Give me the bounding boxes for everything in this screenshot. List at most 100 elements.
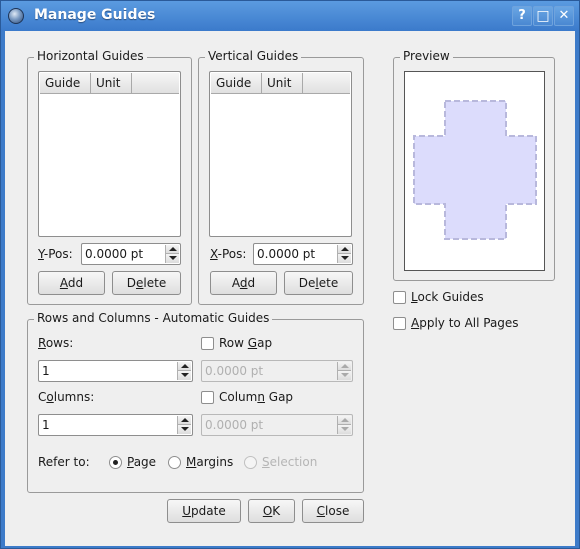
columns-label: Columns: [38,390,94,404]
close-button[interactable]: Close [302,499,364,523]
column-gap-checkbox[interactable] [201,391,214,404]
rows-mnemonic: R [38,336,46,350]
spin-down-icon [338,371,351,380]
preview-title: Preview [400,49,453,63]
vertical-add-button[interactable]: Add [210,271,277,295]
btn-text: ete [318,276,339,290]
column-header-empty [303,73,350,93]
spin-up-icon [338,362,351,371]
btn-text: D [126,276,137,290]
row-gap-spinbox[interactable]: 0.0000 pt [201,360,353,382]
lock-guides-checkbox[interactable] [393,291,406,304]
apply-all-pages-label[interactable]: Apply to All Pages [411,316,519,330]
column-gap-mnemonic: n [257,390,265,404]
apply-all-text: pply to All Pages [419,316,519,330]
column-gap-text: Gap [264,390,294,404]
vertical-guides-group: Vertical Guides Guide Unit X-Pos: 0.0000… [198,49,364,305]
column-header-guide[interactable]: Guide [40,73,91,93]
spin-up-icon[interactable] [338,245,351,254]
title-bar[interactable]: Manage Guides ? □ ✕ [1,1,579,31]
column-gap-spinbox[interactable]: 0.0000 pt [201,414,353,436]
spin-buttons [165,245,179,263]
columns-mnemonic: o [46,390,54,404]
x-pos-spinbox[interactable]: 0.0000 pt [253,243,353,265]
btn-mnemonic: U [182,504,192,518]
btn-text: De [298,276,316,290]
btn-text: pdate [191,504,226,518]
spin-down-icon[interactable] [338,254,351,263]
column-header-unit[interactable]: Unit [91,73,132,93]
spin-buttons [177,416,191,434]
selection-mnemonic: S [262,455,270,469]
page-mnemonic: P [127,455,134,469]
page-text: age [133,455,157,469]
lock-guides-label[interactable]: Lock Guides [411,290,484,304]
vertical-delete-button[interactable]: Delete [284,271,353,295]
preview-canvas [404,71,545,271]
column-gap-label[interactable]: Column Gap [219,390,293,404]
apply-all-pages-checkbox[interactable] [393,317,406,330]
spin-up-icon[interactable] [178,362,191,371]
maximize-button[interactable]: □ [533,6,553,26]
btn-text: dd [67,276,84,290]
vertical-guides-list[interactable]: Guide Unit [209,71,352,237]
x-pos-label: X-Pos: [210,247,246,261]
x-pos-value: 0.0000 pt [257,247,316,261]
refer-margins-label[interactable]: Margins [186,455,233,469]
refer-page-label[interactable]: Page [127,455,156,469]
spin-up-icon[interactable] [166,245,179,254]
x-pos-mnemonic: X [210,247,218,261]
ok-button[interactable]: OK [248,499,295,523]
automatic-guides-title: Rows and Columns - Automatic Guides [34,311,273,325]
refer-selection-label: Selection [262,455,317,469]
row-gap-mnemonic: G [247,336,258,350]
preview-group: Preview [393,49,555,281]
spin-buttons [337,416,351,434]
horizontal-guides-list[interactable]: Guide Unit [38,71,181,237]
horizontal-add-button[interactable]: Add [38,271,105,295]
row-gap-value: 0.0000 pt [205,364,264,378]
btn-mnemonic: C [316,504,326,518]
btn-mnemonic: O [262,504,273,518]
spin-down-icon[interactable] [178,425,191,434]
spin-down-icon[interactable] [166,254,179,263]
update-button[interactable]: Update [167,499,241,523]
spin-down-icon[interactable] [178,371,191,380]
y-pos-spinbox[interactable]: 0.0000 pt [81,243,181,265]
refer-selection-radio [244,456,257,469]
rows-spinbox[interactable]: 1 [38,360,193,382]
row-gap-text: ap [257,336,273,350]
help-button[interactable]: ? [512,6,532,26]
spin-up-icon[interactable] [178,416,191,425]
column-header-empty [132,73,179,93]
margins-mnemonic: M [186,455,197,469]
spin-buttons [337,245,351,263]
page-cross-shape [413,100,537,240]
btn-text: A [231,276,240,290]
refer-to-label: Refer to: [38,455,90,469]
refer-margins-radio[interactable] [168,456,181,469]
horizontal-delete-button[interactable]: Delete [112,271,181,295]
columns-spinbox[interactable]: 1 [38,414,193,436]
spin-buttons [177,362,191,380]
refer-page-radio[interactable] [109,456,122,469]
margins-text: argins [196,455,234,469]
y-pos-text: -Pos: [43,247,73,261]
manage-guides-dialog: Manage Guides ? □ ✕ Horizontal Guides Gu… [0,0,580,549]
column-header-unit[interactable]: Unit [262,73,303,93]
row-gap-label[interactable]: Row Gap [219,336,272,350]
dialog-body: Horizontal Guides Guide Unit Y-Pos: 0.00… [5,31,575,546]
btn-mnemonic: A [59,276,68,290]
btn-mnemonic: d [239,276,248,290]
row-gap-checkbox[interactable] [201,337,214,350]
btn-text: lete [143,276,167,290]
close-window-button[interactable]: ✕ [554,6,574,26]
vertical-guides-title: Vertical Guides [205,49,302,63]
columns-text: lumns: [53,390,95,404]
list-header: Guide Unit [211,73,350,94]
lock-guides-text: ock Guides [417,290,484,304]
column-header-guide[interactable]: Guide [211,73,262,93]
spin-buttons [337,362,351,380]
y-pos-value: 0.0000 pt [85,247,144,261]
btn-text: K [272,504,281,518]
